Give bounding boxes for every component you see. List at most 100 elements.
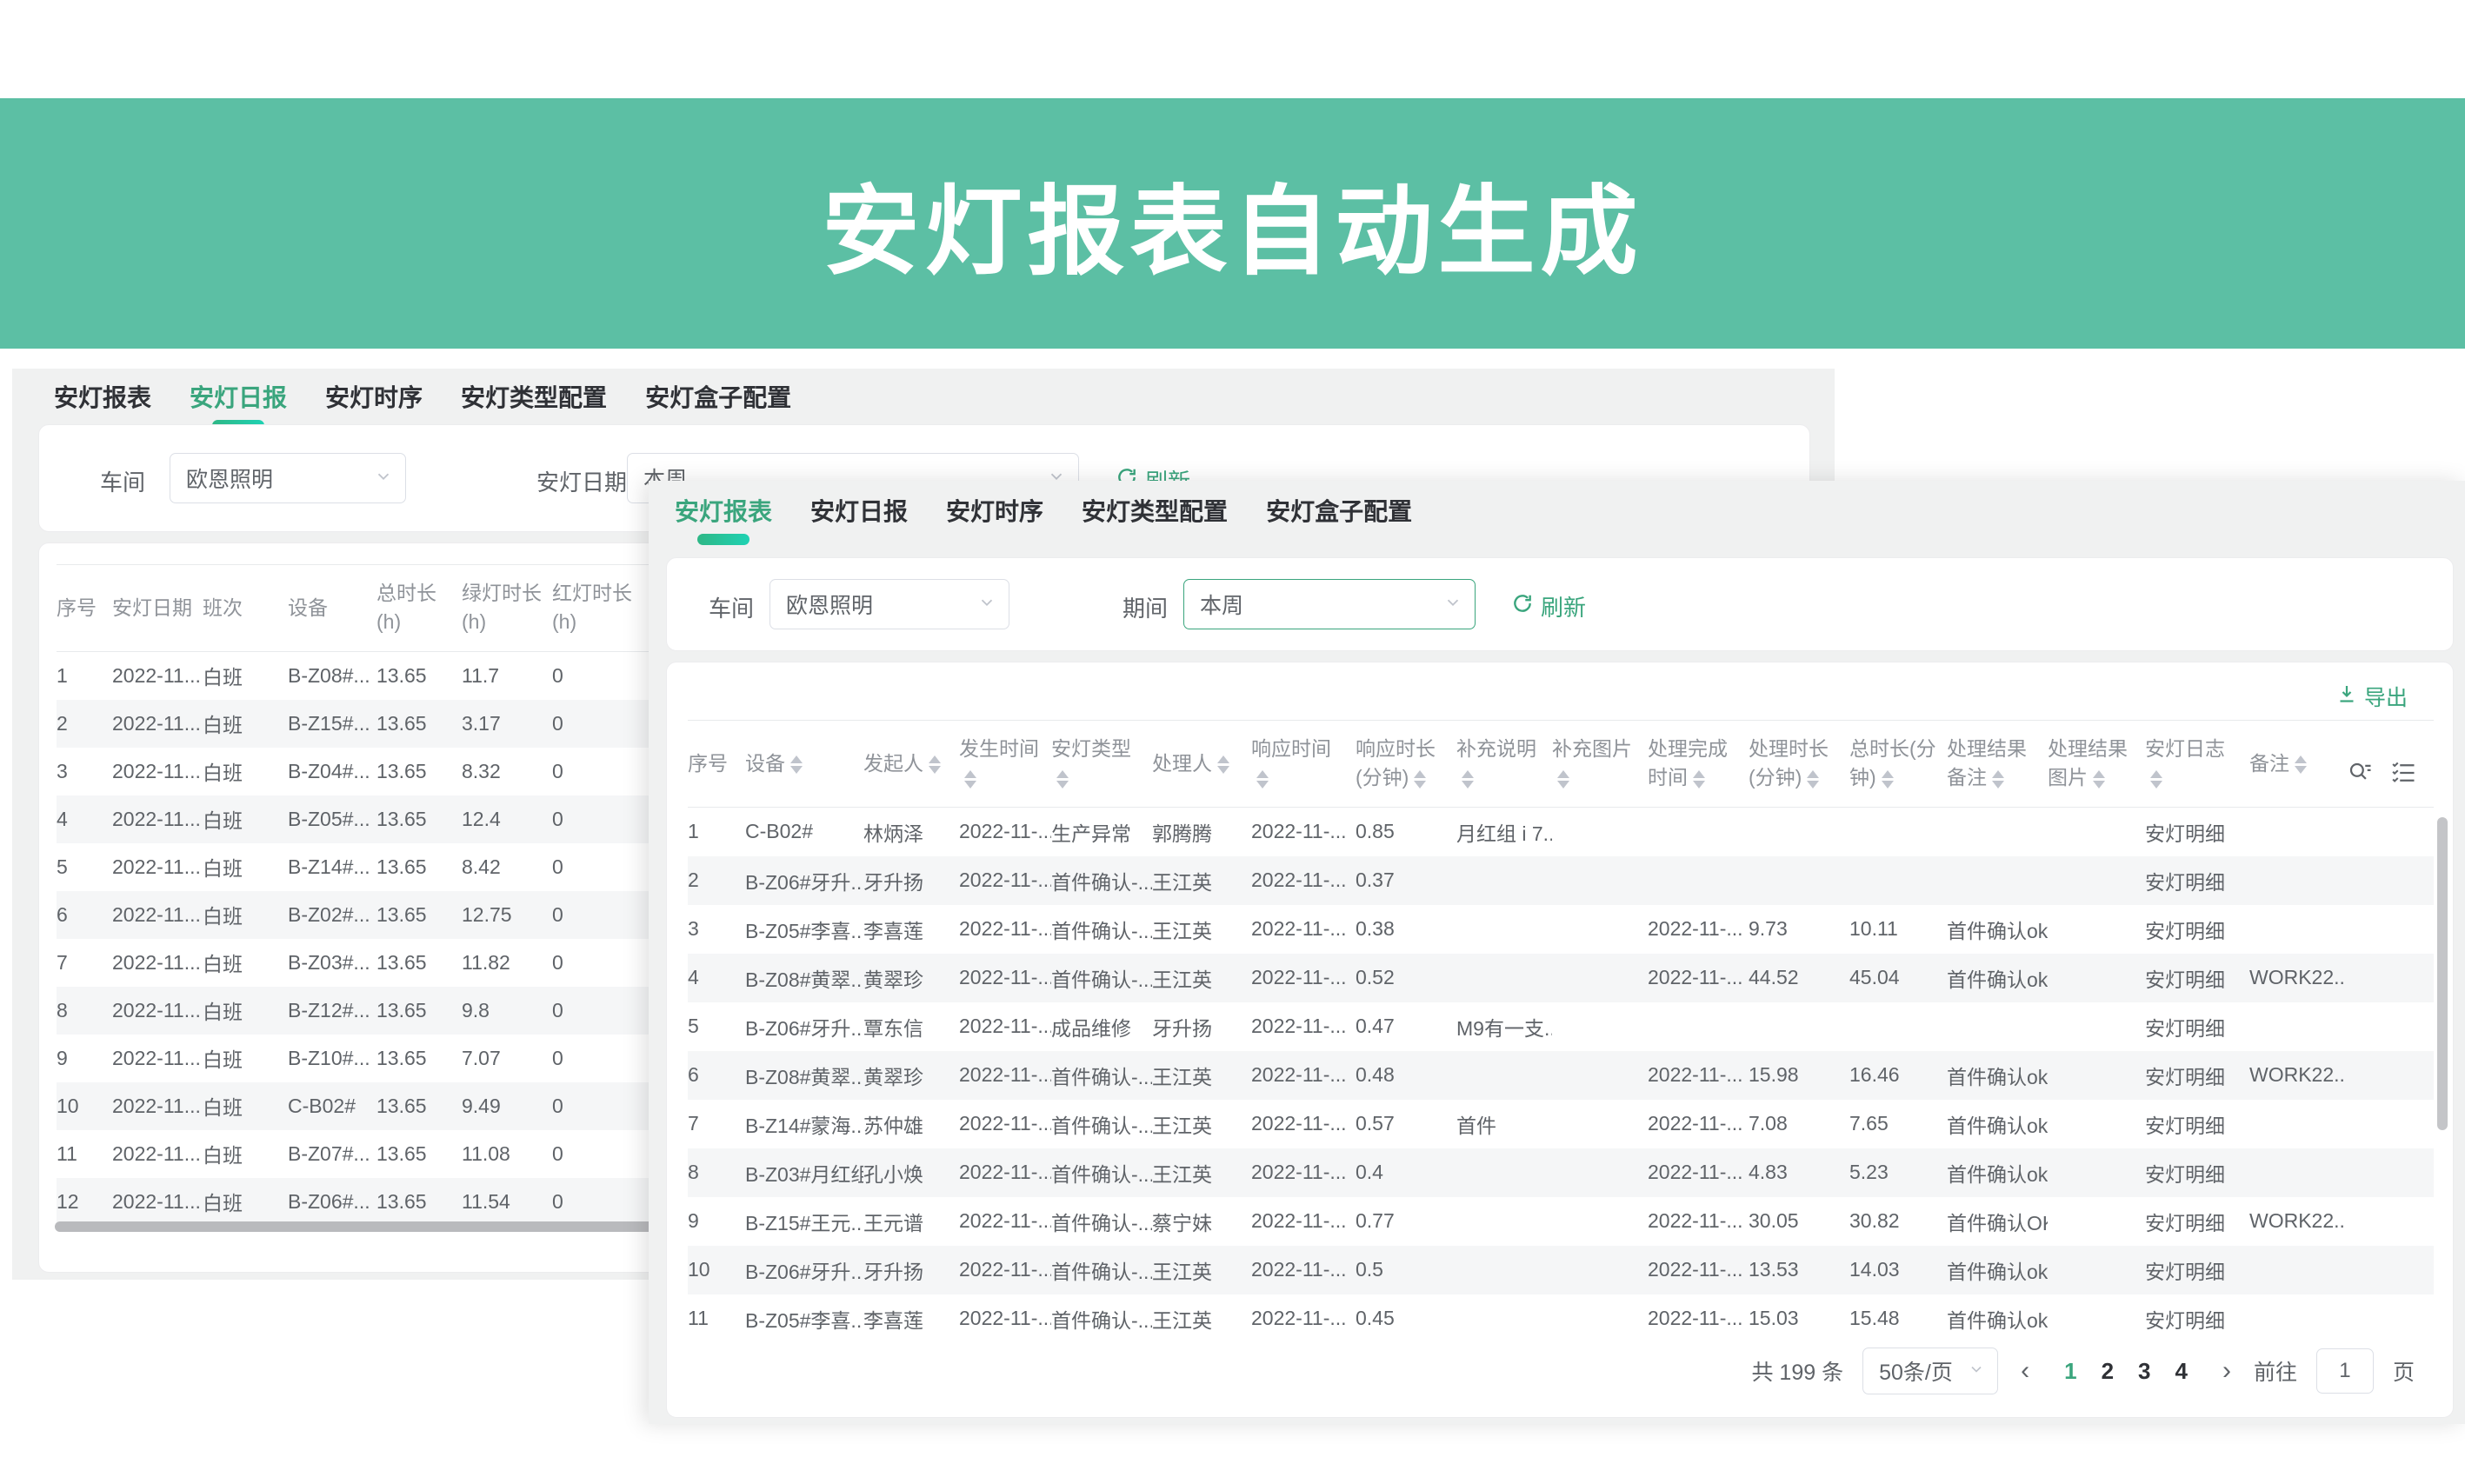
cell: B-Z06#... bbox=[288, 1178, 376, 1226]
cell: 首件确认ok bbox=[1947, 1246, 2048, 1294]
sort-caret-icon[interactable] bbox=[790, 755, 803, 774]
sort-caret-icon[interactable] bbox=[929, 755, 941, 774]
cell bbox=[2048, 954, 2145, 1002]
page-number[interactable]: 2 bbox=[2089, 1358, 2126, 1385]
sort-caret-icon[interactable] bbox=[2093, 770, 2105, 789]
workshop-label: 车间 bbox=[100, 465, 145, 497]
workshop-select[interactable]: 欧恩照明 bbox=[769, 579, 1009, 629]
cell: B-Z08#黄翠... bbox=[745, 954, 863, 1002]
period-select[interactable]: 本周 bbox=[1183, 579, 1476, 629]
chevron-down-icon bbox=[374, 467, 393, 490]
column-header[interactable]: 备注 bbox=[2249, 721, 2345, 808]
nav-tab[interactable]: 安灯类型配置 bbox=[1082, 493, 1228, 547]
sort-caret-icon[interactable] bbox=[1256, 770, 1269, 789]
cell bbox=[2249, 856, 2345, 905]
nav-tab[interactable]: 安灯日报 bbox=[810, 493, 908, 547]
column-header[interactable]: 设备 bbox=[745, 721, 863, 808]
table-row: 5B-Z06#牙升...覃东信2022-11-...成品维修牙升扬2022-11… bbox=[688, 1002, 2434, 1051]
column-header[interactable]: 处理结果图片 bbox=[2048, 721, 2145, 808]
cell: 0 bbox=[552, 987, 646, 1035]
page-unit-label: 页 bbox=[2393, 1355, 2415, 1387]
cell-filler bbox=[2345, 1148, 2434, 1197]
column-header[interactable]: 处理人 bbox=[1152, 721, 1251, 808]
cell: 白班 bbox=[203, 1082, 288, 1130]
sort-caret-icon[interactable] bbox=[1414, 770, 1426, 789]
sort-caret-icon[interactable] bbox=[1056, 770, 1069, 789]
nav-tab[interactable]: 安灯盒子配置 bbox=[1266, 493, 1412, 547]
export-button[interactable]: 导出 bbox=[2331, 680, 2413, 713]
prev-page-button[interactable]: ‹ bbox=[2017, 1358, 2033, 1384]
cell: 安灯明细 bbox=[2145, 1051, 2249, 1100]
cell: 王元谱 bbox=[863, 1197, 959, 1246]
column-header[interactable]: 安灯类型 bbox=[1051, 721, 1152, 808]
cell: 44.52 bbox=[1749, 954, 1849, 1002]
sort-caret-icon[interactable] bbox=[1807, 770, 1819, 789]
cell: 7 bbox=[57, 939, 112, 987]
column-settings-icon[interactable] bbox=[2390, 760, 2416, 790]
page-numbers: 1234 bbox=[2052, 1358, 2200, 1385]
sort-caret-icon[interactable] bbox=[1882, 770, 1894, 789]
cell: 李喜莲 bbox=[863, 1294, 959, 1343]
column-header[interactable]: 安灯日志 bbox=[2145, 721, 2249, 808]
cell bbox=[2048, 1197, 2145, 1246]
cell: 首件确认ok bbox=[1947, 1148, 2048, 1197]
column-header[interactable]: 响应时长(分钟) bbox=[1356, 721, 1456, 808]
search-columns-icon[interactable] bbox=[2347, 760, 2373, 790]
vertical-scrollbar[interactable] bbox=[2437, 817, 2448, 1130]
cell: 王江英 bbox=[1152, 1246, 1251, 1294]
cell: WORK22... bbox=[2249, 1051, 2345, 1100]
page-number[interactable]: 4 bbox=[2163, 1358, 2200, 1385]
cell-filler bbox=[2345, 1197, 2434, 1246]
sort-caret-icon[interactable] bbox=[964, 770, 976, 789]
cell: 13.65 bbox=[376, 700, 462, 748]
cell: 2022-11-... bbox=[959, 1294, 1051, 1343]
cell: 0 bbox=[552, 651, 646, 700]
next-page-button[interactable]: › bbox=[2219, 1358, 2235, 1384]
goto-page-input[interactable] bbox=[2316, 1348, 2374, 1394]
column-header[interactable]: 处理结果备注 bbox=[1947, 721, 2048, 808]
cell: 0.48 bbox=[1356, 1051, 1456, 1100]
sort-caret-icon[interactable] bbox=[1217, 755, 1229, 774]
page-number[interactable]: 3 bbox=[2126, 1358, 2162, 1385]
cell: 安灯明细 bbox=[2145, 1148, 2249, 1197]
cell: 首件确认ok bbox=[1947, 1100, 2048, 1148]
column-header[interactable]: 处理时长(分钟) bbox=[1749, 721, 1849, 808]
sort-caret-icon[interactable] bbox=[2295, 755, 2307, 774]
column-header[interactable]: 响应时间 bbox=[1251, 721, 1356, 808]
cell: 8 bbox=[688, 1148, 745, 1197]
column-header[interactable]: 补充图片 bbox=[1552, 721, 1648, 808]
column-header[interactable]: 处理完成时间 bbox=[1648, 721, 1749, 808]
sort-caret-icon[interactable] bbox=[1557, 770, 1569, 789]
cell bbox=[2048, 1246, 2145, 1294]
cell: 首件确认-... bbox=[1051, 1197, 1152, 1246]
sort-caret-icon[interactable] bbox=[1462, 770, 1474, 789]
cell: 苏仲雄 bbox=[863, 1100, 959, 1148]
page-number[interactable]: 1 bbox=[2052, 1358, 2089, 1385]
workshop-select[interactable]: 欧恩照明 bbox=[170, 453, 406, 503]
cell: B-Z06#牙升... bbox=[745, 856, 863, 905]
column-header[interactable]: 总时长(分钟) bbox=[1849, 721, 1947, 808]
sort-caret-icon[interactable] bbox=[1693, 770, 1705, 789]
cell bbox=[1552, 1051, 1648, 1100]
cell: 4 bbox=[57, 795, 112, 843]
cell: 7.07 bbox=[462, 1035, 552, 1082]
column-header[interactable]: 发起人 bbox=[863, 721, 959, 808]
cell: 14.03 bbox=[1849, 1246, 1947, 1294]
cell: M9有一支... bbox=[1456, 1002, 1552, 1051]
column-header[interactable]: 发生时间 bbox=[959, 721, 1051, 808]
cell: 2022-11-... bbox=[959, 807, 1051, 856]
sort-caret-icon[interactable] bbox=[1992, 770, 2004, 789]
cell: 王江英 bbox=[1152, 1100, 1251, 1148]
page-size-select[interactable]: 50条/页 bbox=[1862, 1348, 1998, 1394]
cell bbox=[2048, 1148, 2145, 1197]
nav-tab[interactable]: 安灯报表 bbox=[675, 493, 772, 547]
cell: 安灯明细 bbox=[2145, 1246, 2249, 1294]
sort-caret-icon[interactable] bbox=[2150, 770, 2162, 789]
cell: 首件确认OK bbox=[1947, 1197, 2048, 1246]
refresh-button[interactable]: 刷新 bbox=[1506, 589, 1591, 623]
column-header[interactable]: 补充说明 bbox=[1456, 721, 1552, 808]
cell: 2022-11-... bbox=[1648, 1100, 1749, 1148]
cell: 2022-11-... bbox=[959, 905, 1051, 954]
cell: 2022-11... bbox=[112, 891, 203, 939]
nav-tab[interactable]: 安灯时序 bbox=[946, 493, 1043, 547]
